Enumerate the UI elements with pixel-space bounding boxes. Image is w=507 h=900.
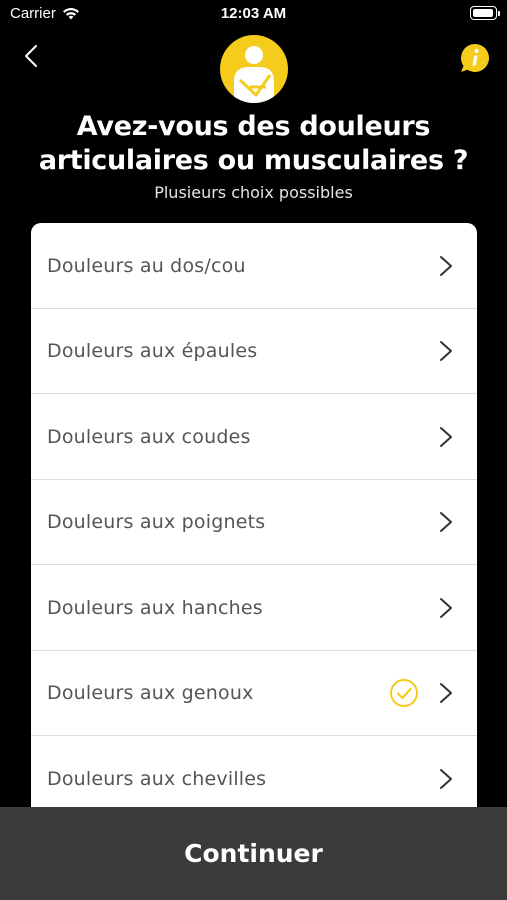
page-title: Avez-vous des douleurs articulaires ou m… (38, 111, 469, 176)
chevron-right-icon (440, 255, 452, 276)
option-label: Douleurs aux coudes (47, 425, 251, 448)
option-label: Douleurs aux chevilles (47, 767, 267, 790)
battery-icon (470, 6, 500, 20)
back-button[interactable] (18, 42, 46, 70)
chevron-right-icon (440, 683, 452, 704)
continue-button[interactable]: Continuer (0, 807, 507, 900)
option-row-epaules[interactable]: Douleurs aux épaules (31, 309, 477, 395)
chevron-left-icon (25, 45, 37, 67)
chevron-right-icon (440, 341, 452, 362)
avatar (220, 35, 288, 103)
continue-label: Continuer (184, 839, 323, 868)
option-row-dos-cou[interactable]: Douleurs au dos/cou (31, 223, 477, 309)
info-bubble-icon (460, 43, 490, 72)
page-subtitle: Plusieurs choix possibles (154, 183, 353, 202)
option-row-hanches[interactable]: Douleurs aux hanches (31, 565, 477, 651)
option-label: Douleurs aux épaules (47, 340, 258, 363)
option-row-genoux[interactable]: Douleurs aux genoux (31, 651, 477, 737)
option-row-poignets[interactable]: Douleurs aux poignets (31, 480, 477, 566)
option-label: Douleurs aux poignets (47, 511, 266, 534)
chevron-right-icon (440, 768, 452, 789)
info-button[interactable] (459, 42, 491, 74)
status-time: 12:03 AM (220, 5, 287, 22)
option-label: Douleurs au dos/cou (47, 254, 246, 277)
chevron-right-icon (440, 426, 452, 447)
options-list: Douleurs au dos/cou Douleurs aux épaules… (31, 223, 477, 823)
status-bar: Carrier 12:03 AM (0, 0, 507, 28)
chevron-right-icon (440, 597, 452, 618)
option-row-coudes[interactable]: Douleurs aux coudes (31, 394, 477, 480)
option-label: Douleurs aux hanches (47, 596, 263, 619)
check-circle-icon (390, 679, 418, 708)
arm-sling-person-icon (234, 46, 274, 103)
chevron-right-icon (440, 512, 452, 533)
option-label: Douleurs aux genoux (47, 682, 254, 705)
